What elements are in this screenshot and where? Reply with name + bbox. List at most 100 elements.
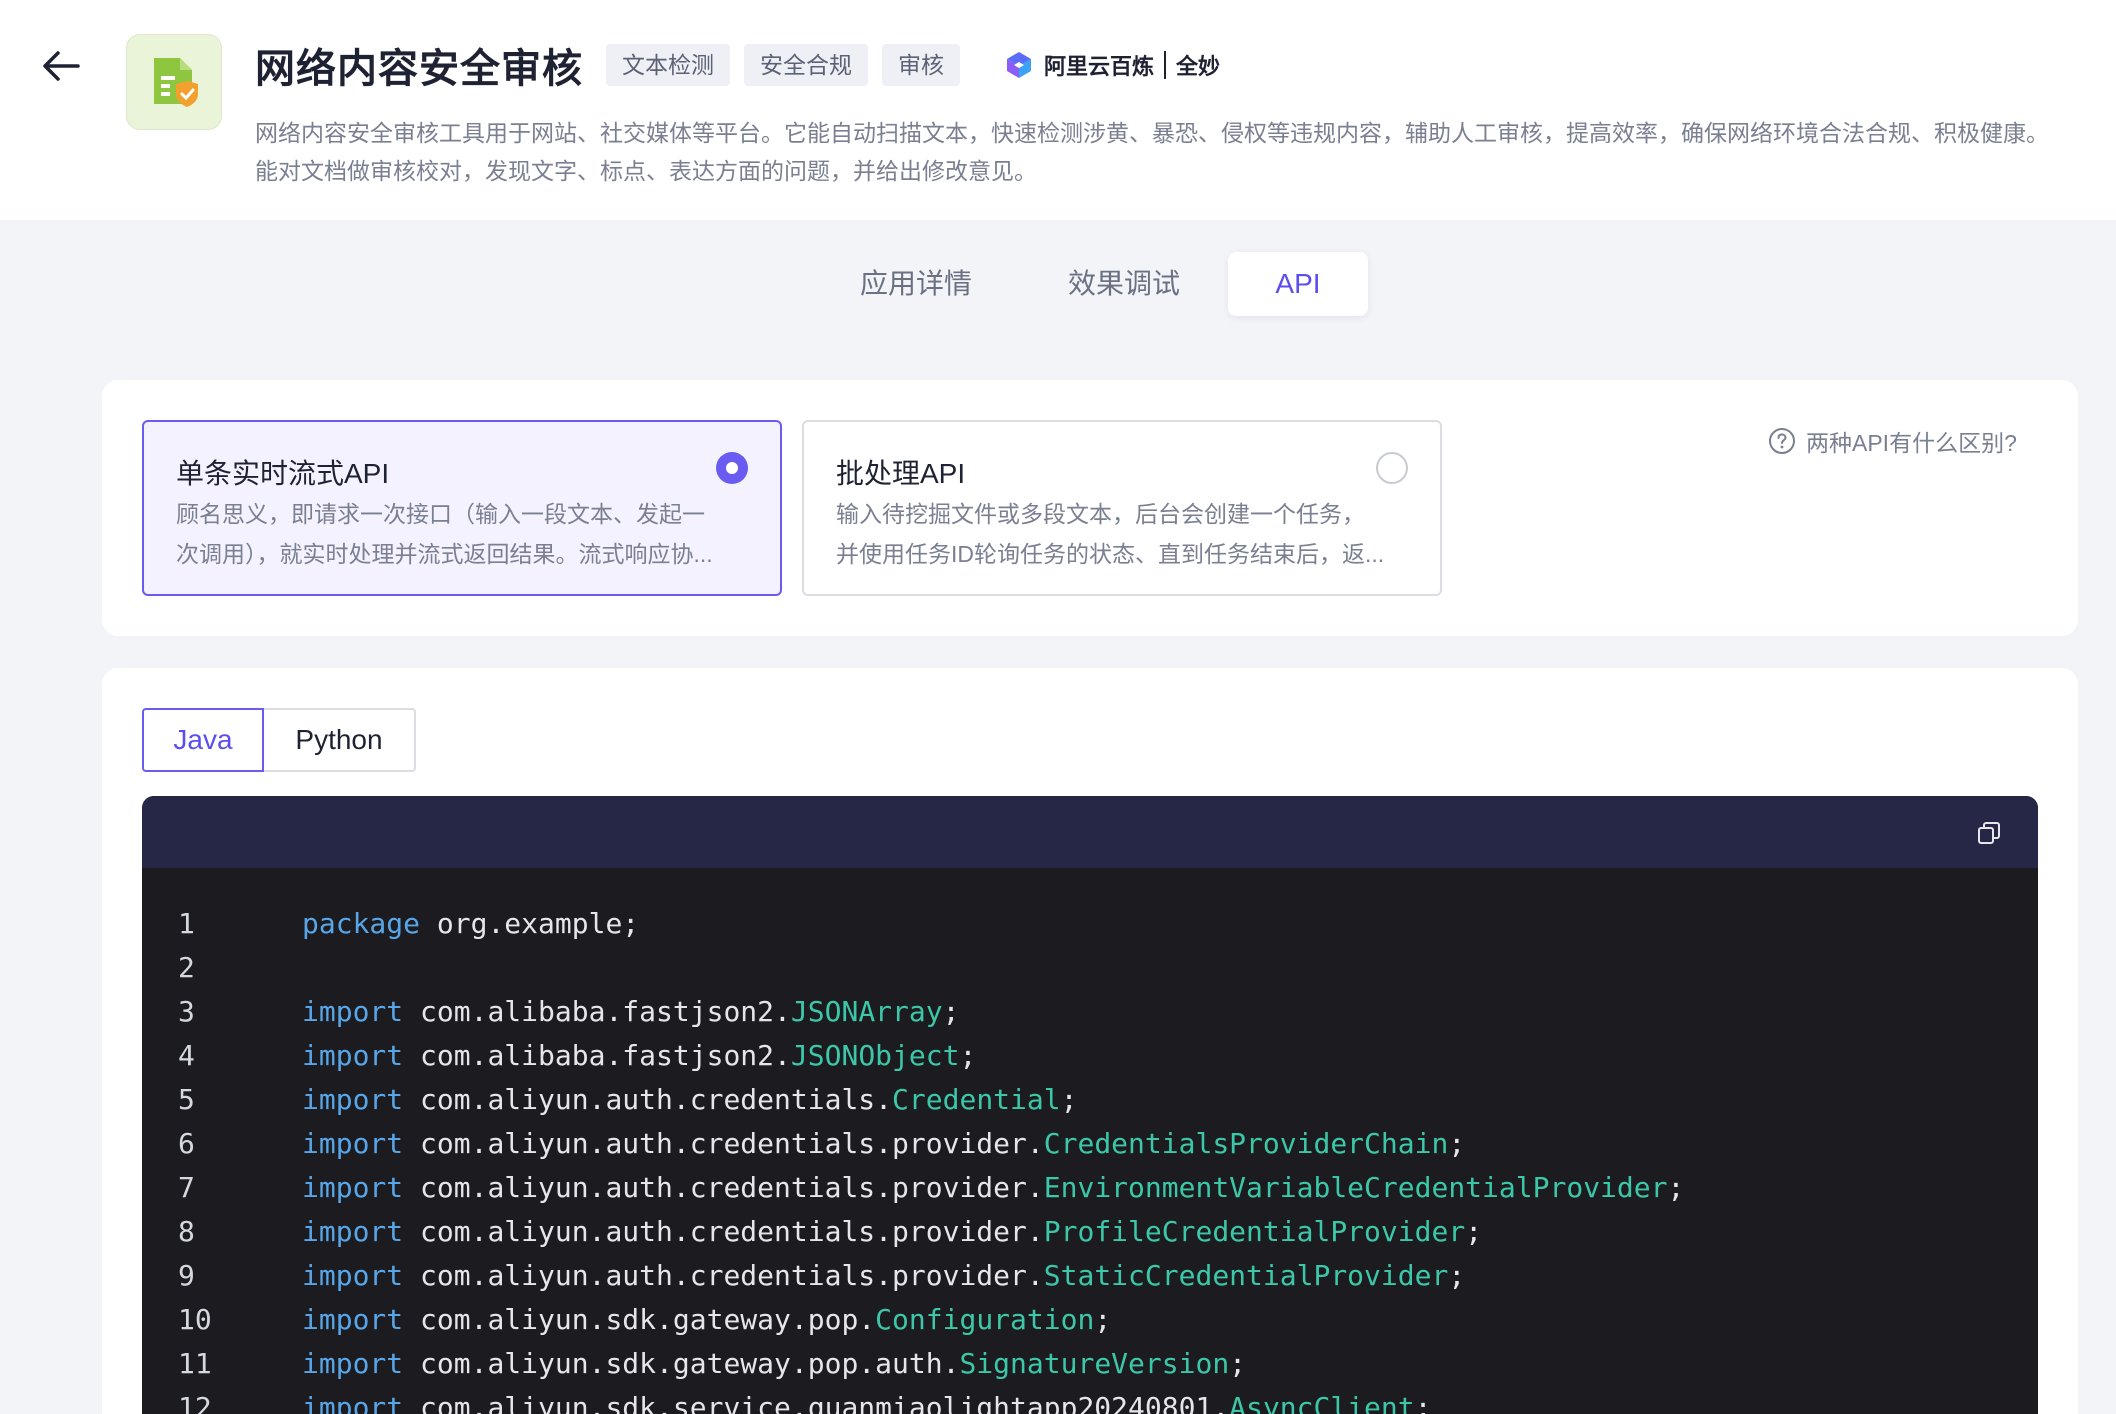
app-description: 网络内容安全审核工具用于网站、社交媒体等平台。它能自动扫描文本，快速检测涉黄、暴… <box>255 114 2116 190</box>
code-package: com.aliyun.sdk.gateway.pop.auth. <box>403 1347 960 1380</box>
code-package: com.alibaba.fastjson2. <box>403 995 791 1028</box>
help-link-text: 两种API有什么区别? <box>1806 430 2017 456</box>
language-tabs: Java Python <box>142 708 416 772</box>
brand-name: 阿里云百炼 <box>1044 54 1155 79</box>
option-title: 单条实时流式API <box>176 458 390 489</box>
code-keyword: package <box>302 907 421 940</box>
code-text: import com.aliyun.auth.credentials.provi… <box>302 1166 1684 1210</box>
code-package: com.aliyun.sdk.service.quanmiaolightapp2… <box>403 1391 1230 1414</box>
code-text: import com.aliyun.auth.credentials.provi… <box>302 1122 1465 1166</box>
code-toolbar <box>142 796 2038 868</box>
tab-api[interactable]: API <box>1228 252 1368 316</box>
line-number: 5 <box>178 1083 195 1116</box>
tag: 文本检测 <box>606 44 730 86</box>
description-line: 网络内容安全审核工具用于网站、社交媒体等平台。它能自动扫描文本，快速检测涉黄、暴… <box>255 120 2049 146</box>
code-punctuation: ; <box>959 1039 977 1072</box>
radio-button[interactable] <box>1376 452 1408 484</box>
code-package: com.aliyun.auth.credentials.provider. <box>403 1215 1044 1248</box>
code-punctuation: ; <box>1094 1303 1112 1336</box>
tag: 审核 <box>882 44 960 86</box>
code-line: 12 import com.aliyun.sdk.service.quanmiao… <box>142 1386 2038 1414</box>
code-block[interactable]: 1 package org.example; 2 3 import com.alibab… <box>142 796 2038 1414</box>
option-description: 顾名思义，即请求一次接口（输入一段文本、发起一 次调用），就实时处理并流式返回结… <box>176 494 736 574</box>
tag: 安全合规 <box>744 44 868 86</box>
code-keyword: import <box>302 995 404 1028</box>
code-punctuation: ; <box>1465 1215 1483 1248</box>
code-line: 2 <box>142 946 2038 990</box>
code-class-name: JSONArray <box>790 995 943 1028</box>
code-punctuation: ; <box>1229 1347 1247 1380</box>
api-option-batch[interactable]: 批处理API 输入待挖掘文件或多段文本，后台会创建一个任务， 并使用任务ID轮询… <box>802 420 1442 596</box>
code-text: import com.alibaba.fastjson2.JSONObject; <box>302 1034 976 1078</box>
code-keyword: import <box>302 1039 404 1072</box>
description-line: 能对文档做审核校对，发现文字、标点、表达方面的问题，并给出修改意见。 <box>255 158 1037 184</box>
code-keyword: import <box>302 1259 404 1292</box>
code-punctuation: ; <box>1414 1391 1432 1414</box>
code-package: com.aliyun.auth.credentials. <box>403 1083 893 1116</box>
code-text: import com.aliyun.sdk.gateway.pop.auth.S… <box>302 1342 1246 1386</box>
app-title: 网络内容安全审核 <box>255 47 583 91</box>
description-line: 次调用），就实时处理并流式返回结果。流式响应协... <box>176 541 713 567</box>
question-circle-icon <box>1769 428 1795 454</box>
code-punctuation: ; <box>1060 1083 1078 1116</box>
code-class-name: Configuration <box>875 1303 1095 1336</box>
code-class-name: JSONObject <box>790 1039 960 1072</box>
copy-icon[interactable] <box>1976 820 2002 846</box>
document-shield-icon <box>154 58 198 107</box>
code-package: com.aliyun.auth.credentials.provider. <box>403 1171 1044 1204</box>
line-number: 8 <box>178 1215 195 1248</box>
page-tabs: 应用详情 效果调试 API <box>0 252 2116 316</box>
line-number: 7 <box>178 1171 195 1204</box>
code-line: 3 import com.alibaba.fastjson2.JSONArray; <box>142 990 2038 1034</box>
api-difference-help-link[interactable]: 两种API有什么区别? <box>1768 424 2017 458</box>
code-text: import com.aliyun.auth.credentials.provi… <box>302 1254 1465 1298</box>
tab-app-detail[interactable]: 应用详情 <box>846 252 986 316</box>
code-punctuation: ; <box>1448 1259 1466 1292</box>
radio-button[interactable] <box>716 452 748 484</box>
option-description: 输入待挖掘文件或多段文本，后台会创建一个任务， 并使用任务ID轮询任务的状态、直… <box>836 494 1396 574</box>
api-option-streaming[interactable]: 单条实时流式API 顾名思义，即请求一次接口（输入一段文本、发起一 次调用），就… <box>142 420 782 596</box>
bailian-logo-icon <box>1007 52 1031 78</box>
code-keyword: import <box>302 1127 404 1160</box>
description-line: 顾名思义，即请求一次接口（输入一段文本、发起一 <box>176 501 705 527</box>
code-text: import com.aliyun.auth.credentials.Crede… <box>302 1078 1077 1122</box>
code-line: 10 import com.aliyun.sdk.gateway.pop.Conf… <box>142 1298 2038 1342</box>
code-text: import com.aliyun.sdk.service.quanmiaoli… <box>302 1386 1431 1414</box>
brand-sub: 全妙 <box>1176 54 1221 79</box>
line-number: 2 <box>178 951 195 984</box>
line-number: 1 <box>178 907 195 940</box>
code-keyword: import <box>302 1303 404 1336</box>
code-class-name: AsyncClient <box>1229 1391 1415 1414</box>
code-keyword: import <box>302 1347 404 1380</box>
code-package: org.example; <box>420 907 640 940</box>
tab-java[interactable]: Java <box>142 708 264 772</box>
line-number: 4 <box>178 1039 195 1072</box>
line-number: 6 <box>178 1127 195 1160</box>
code-line: 6 import com.aliyun.auth.credentials.prov… <box>142 1122 2038 1166</box>
code-line: 9 import com.aliyun.auth.credentials.prov… <box>142 1254 2038 1298</box>
line-number: 12 <box>178 1391 212 1414</box>
code-text: import com.alibaba.fastjson2.JSONArray; <box>302 990 959 1034</box>
code-package: com.aliyun.auth.credentials.provider. <box>403 1127 1044 1160</box>
option-title: 批处理API <box>836 458 966 489</box>
code-keyword: import <box>302 1391 404 1414</box>
tab-python[interactable]: Python <box>264 708 416 772</box>
brand-badge: 阿里云百炼 全妙 <box>1004 44 1220 86</box>
line-number: 3 <box>178 995 195 1028</box>
code-package: com.aliyun.sdk.gateway.pop. <box>403 1303 876 1336</box>
line-number: 10 <box>178 1303 212 1336</box>
code-keyword: import <box>302 1215 404 1248</box>
arrow-left-icon[interactable] <box>38 42 86 90</box>
api-type-card: 单条实时流式API 顾名思义，即请求一次接口（输入一段文本、发起一 次调用），就… <box>102 380 2078 636</box>
code-class-name: SignatureVersion <box>959 1347 1230 1380</box>
code-line: 4 import com.alibaba.fastjson2.JSONObject… <box>142 1034 2038 1078</box>
code-text: import com.aliyun.sdk.gateway.pop.Config… <box>302 1298 1111 1342</box>
code-class-name: StaticCredentialProvider <box>1043 1259 1449 1292</box>
code-package: com.aliyun.auth.credentials.provider. <box>403 1259 1044 1292</box>
tab-effect-debug[interactable]: 效果调试 <box>1054 252 1194 316</box>
description-line: 并使用任务ID轮询任务的状态、直到任务结束后，返... <box>836 541 1385 567</box>
code-sample-card: Java Python 1 package org.example; 2 3 impor… <box>102 668 2078 1414</box>
code-punctuation: ; <box>1448 1127 1466 1160</box>
code-class-name: CredentialsProviderChain <box>1043 1127 1449 1160</box>
code-class-name: Credential <box>892 1083 1061 1116</box>
